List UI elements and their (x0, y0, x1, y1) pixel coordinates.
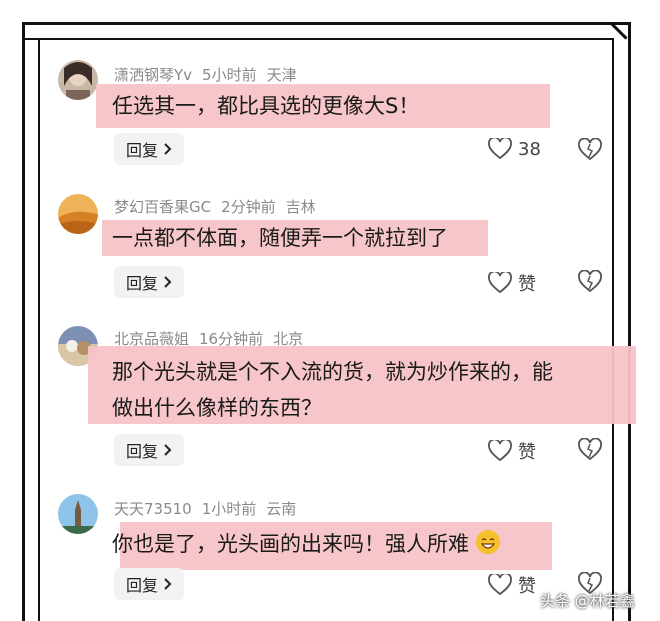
timestamp: 2分钟前 (221, 198, 276, 216)
comment-text: 那个光头就是个不入流的货，就为炒作来的，能 做出什么像样的东西？ (112, 354, 553, 426)
chevron-right-icon (164, 276, 172, 288)
timestamp: 5小时前 (202, 66, 257, 84)
username[interactable]: 潇洒钢琴Yv (114, 66, 192, 84)
location: 天津 (266, 66, 297, 84)
broken-heart-icon[interactable] (578, 270, 602, 294)
broken-heart-icon[interactable] (578, 438, 602, 462)
comment-text: 任选其一，都比具选的更像大S！ (112, 88, 419, 124)
username[interactable]: 梦幻百香果GC (114, 198, 211, 216)
like-button[interactable]: 赞 (488, 438, 536, 464)
avatar[interactable] (58, 494, 98, 534)
reply-button[interactable]: 回复 (114, 568, 184, 600)
reply-label: 回复 (125, 274, 158, 293)
frame-inner-top (22, 38, 612, 40)
comment-item: 北京品薇姐 16分钟前 北京 那个光头就是个不入流的货，就为炒作来的，能 做出什么像… (58, 322, 636, 472)
reply-button[interactable]: 回复 (114, 266, 184, 298)
avatar[interactable] (58, 194, 98, 234)
frame-inner-left (38, 38, 40, 621)
location: 吉林 (285, 198, 316, 216)
comment-line: 那个光头就是个不入流的货，就为炒作来的，能 (112, 360, 553, 384)
frame-right (628, 22, 631, 621)
like-label: 赞 (518, 442, 536, 463)
username[interactable]: 天天73510 (114, 500, 192, 518)
comment-line: 一点都不体面，随便弄一个就拉到了 (112, 226, 448, 250)
comment-line: 做出什么像样的东西？ (112, 396, 322, 420)
reply-label: 回复 (125, 576, 158, 595)
comment-item: 天天73510 1小时前 云南 你也是了，光头画的出来吗！强人所难 回复 赞 (58, 490, 618, 621)
reply-button[interactable]: 回复 (114, 434, 184, 466)
chevron-right-icon (164, 444, 172, 456)
like-button[interactable]: 38 (488, 138, 541, 160)
heart-outline-icon (488, 440, 512, 462)
comment-meta: 天天73510 1小时前 云南 (114, 498, 306, 519)
heart-outline-icon (488, 138, 512, 160)
avatar[interactable] (58, 60, 98, 100)
watermark: 头条 @林若鑫 (540, 592, 635, 610)
like-button[interactable]: 赞 (488, 572, 536, 598)
like-count: 38 (518, 138, 541, 160)
chevron-right-icon (164, 578, 172, 590)
comment-text: 一点都不体面，随便弄一个就拉到了 (112, 220, 448, 256)
frame-top (22, 22, 630, 25)
location: 云南 (266, 500, 297, 518)
comment-text: 你也是了，光头画的出来吗！强人所难 (112, 526, 500, 562)
comment-meta: 梦幻百香果GC 2分钟前 吉林 (114, 196, 326, 217)
like-button[interactable]: 赞 (488, 270, 536, 296)
frame-left (22, 22, 25, 621)
reply-button[interactable]: 回复 (114, 133, 184, 165)
heart-outline-icon (488, 574, 512, 596)
grinning-face-emoji (475, 530, 500, 554)
reply-label: 回复 (125, 442, 158, 461)
timestamp: 1小时前 (201, 500, 257, 518)
like-label: 赞 (518, 576, 536, 597)
comment-item: 梦幻百香果GC 2分钟前 吉林 一点都不体面，随便弄一个就拉到了 回复 赞 (58, 190, 618, 310)
reply-label: 回复 (125, 141, 158, 160)
chevron-right-icon (164, 143, 172, 155)
comment-line: 任选其一，都比具选的更像大S！ (112, 94, 420, 118)
comment-meta: 潇洒钢琴Yv 5小时前 天津 (114, 64, 307, 85)
comment-line: 你也是了，光头画的出来吗！强人所难 (112, 532, 469, 556)
broken-heart-icon[interactable] (578, 138, 602, 162)
comment-item: 潇洒钢琴Yv 5小时前 天津 任选其一，都比具选的更像大S！ 回复 38 (58, 58, 618, 178)
heart-outline-icon (488, 272, 512, 294)
like-label: 赞 (518, 274, 536, 295)
